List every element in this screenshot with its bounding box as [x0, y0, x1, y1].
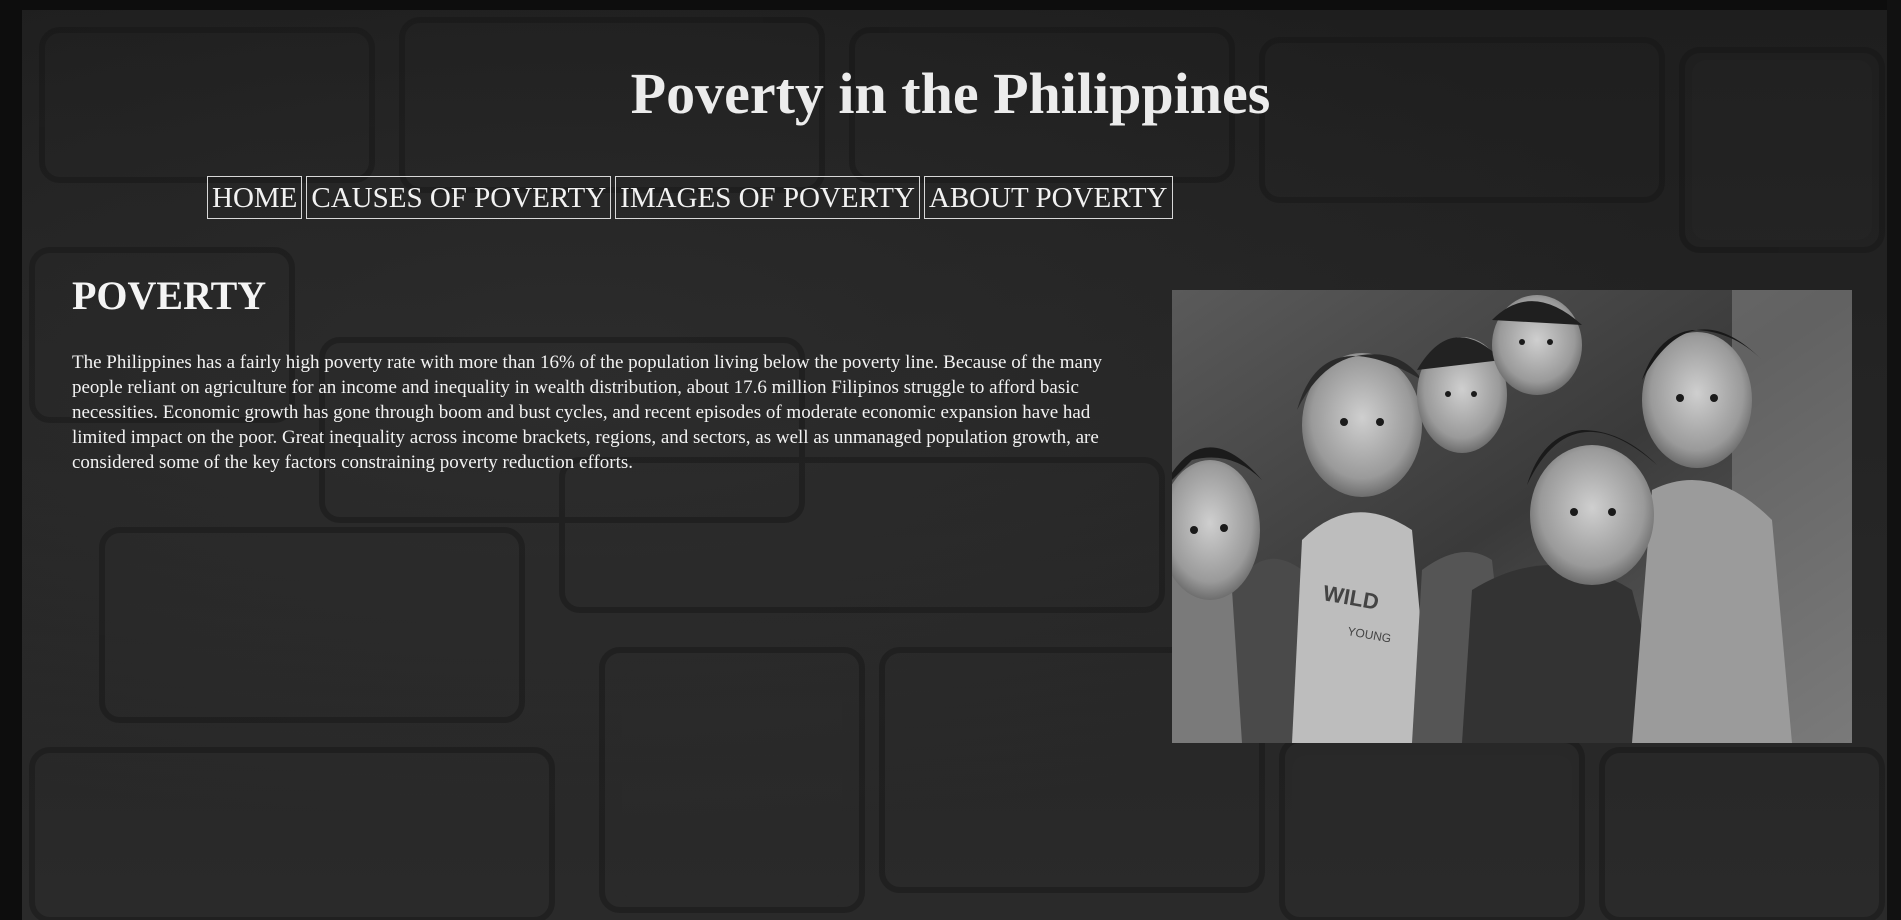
- nav-item-causes-of-poverty[interactable]: CAUSES OF POVERTY: [306, 176, 612, 219]
- page-title: Poverty in the Philippines: [630, 61, 1271, 126]
- main-nav: HOME CAUSES OF POVERTY IMAGES OF POVERTY…: [207, 176, 1173, 219]
- children-group-photo-icon: WILD YOUNG: [1172, 290, 1852, 743]
- nav-item-about-poverty[interactable]: ABOUT POVERTY: [923, 176, 1173, 219]
- body-paragraph: The Philippines has a fairly high povert…: [72, 352, 1102, 473]
- children-photo: WILD YOUNG: [1172, 290, 1852, 743]
- nav-item-home[interactable]: HOME: [207, 176, 303, 219]
- section-heading: POVERTY: [72, 273, 267, 318]
- nav-item-images-of-poverty[interactable]: IMAGES OF POVERTY: [615, 176, 920, 219]
- frame-top: [0, 0, 1901, 10]
- frame-left: [0, 0, 22, 920]
- page: Poverty in the Philippines HOME CAUSES O…: [0, 0, 1901, 920]
- frame-right: [1887, 0, 1901, 920]
